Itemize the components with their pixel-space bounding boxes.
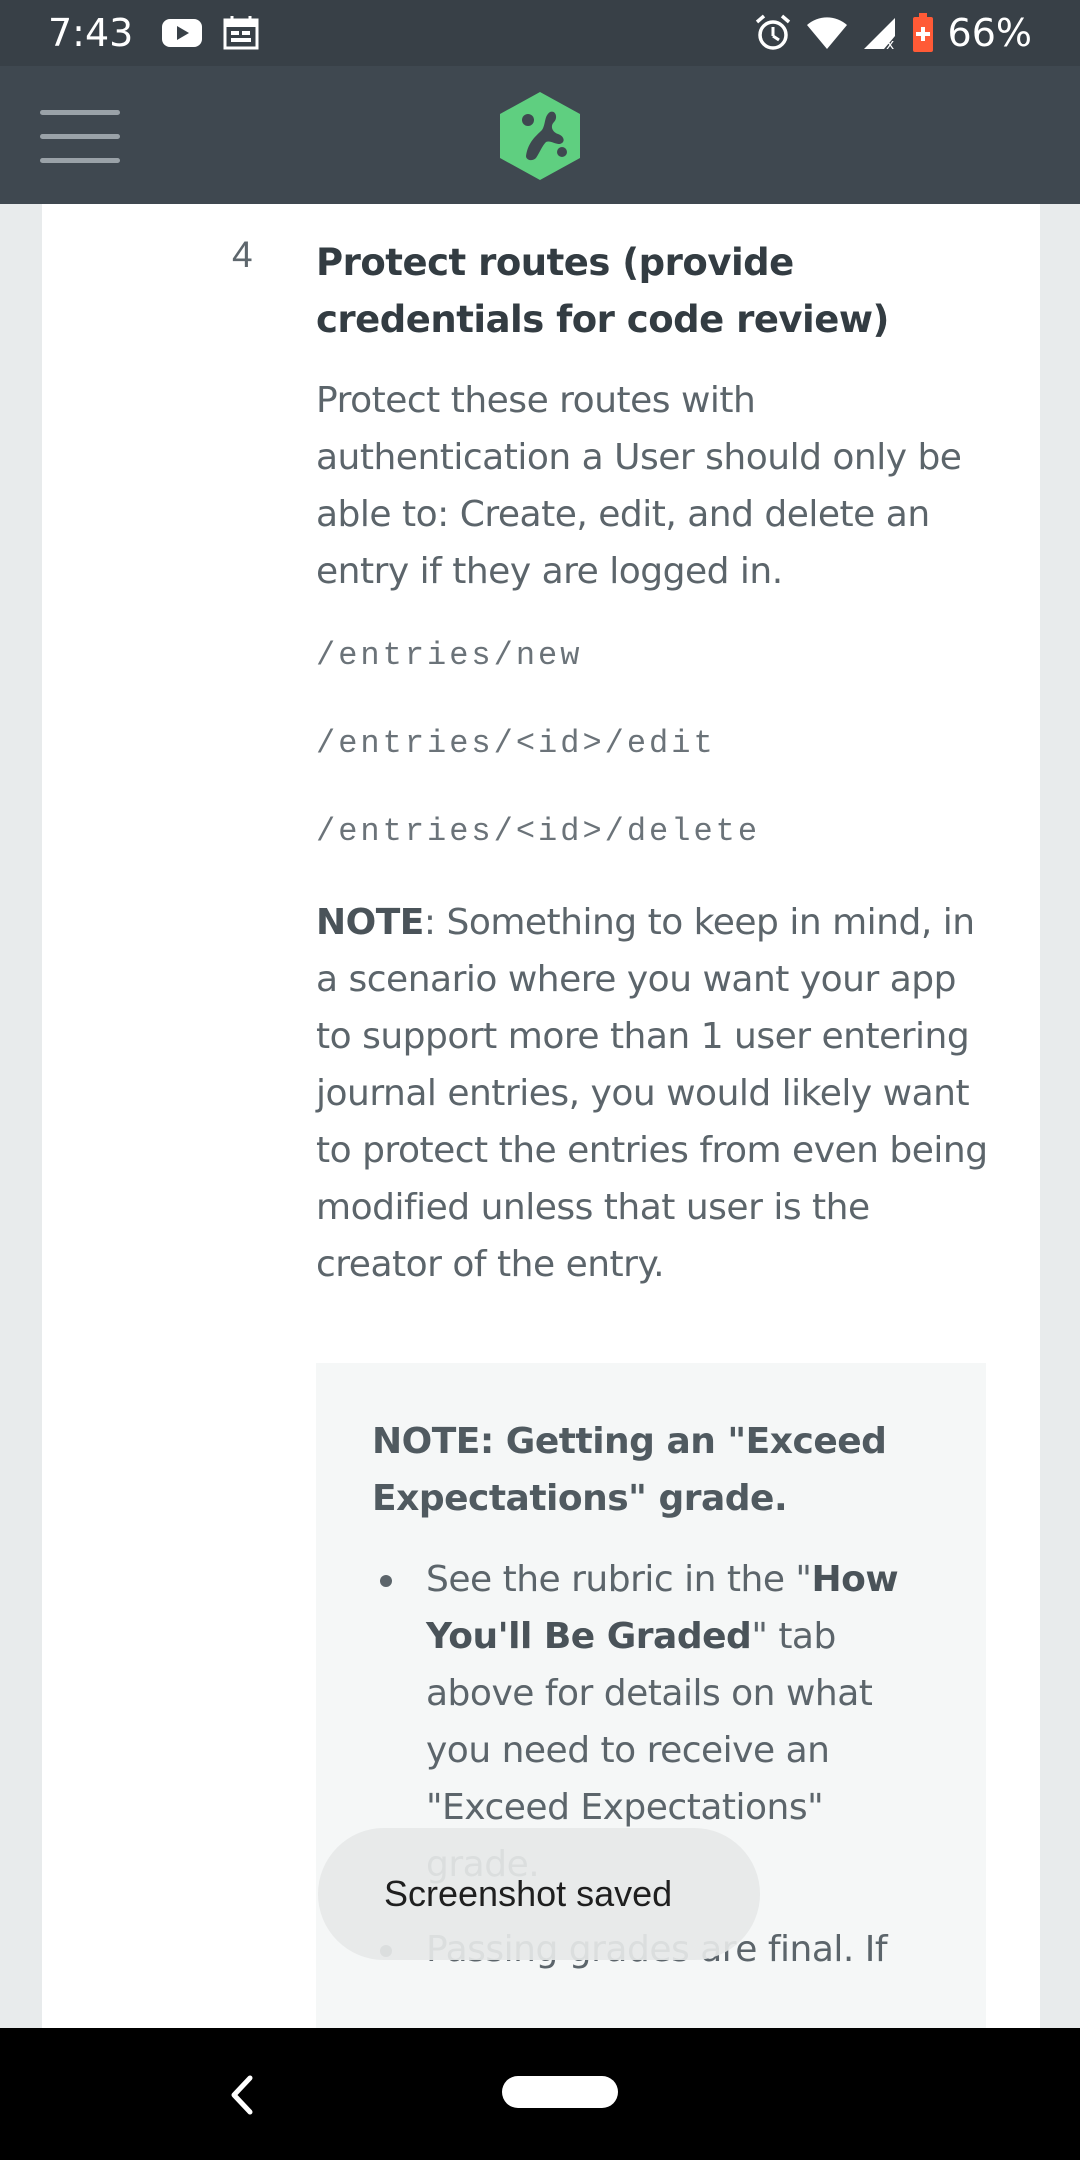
back-chevron-icon[interactable]	[222, 2072, 262, 2118]
status-time: 7:43	[48, 11, 134, 55]
route-item: /entries/new	[316, 637, 583, 674]
hamburger-menu-icon[interactable]	[40, 110, 120, 163]
signal-icon: x	[862, 16, 898, 50]
battery-percent: 66%	[947, 11, 1032, 55]
alarm-icon	[754, 14, 792, 52]
svg-text:x: x	[886, 37, 894, 50]
toast-text: Screenshot saved	[384, 1873, 673, 1914]
content-card: 4 Protect routes (provide credentials fo…	[42, 204, 1040, 2028]
step-body: Protect routes (provide credentials for …	[316, 234, 996, 2028]
treehouse-logo-icon[interactable]	[496, 90, 584, 182]
route-item: /entries/<id>/delete	[316, 813, 761, 850]
note-label: NOTE	[316, 902, 424, 943]
step-description: Protect these routes with authentication…	[316, 380, 962, 592]
route-list: /entries/new /entries/<id>/edit /entries…	[316, 612, 996, 876]
note-paragraph: NOTE: Something to keep in mind, in a sc…	[316, 894, 996, 1293]
home-pill-icon[interactable]	[502, 2076, 618, 2108]
note-text: : Something to keep in mind, in a scenar…	[316, 902, 988, 1285]
step-title: Protect routes (provide credentials for …	[316, 241, 889, 341]
battery-icon	[912, 13, 934, 53]
screenshot-toast: Screenshot saved	[318, 1828, 760, 1960]
status-bar: 7:43 x 66%	[0, 0, 1080, 66]
bullet-text: See the rubric in the "	[426, 1559, 812, 1600]
wifi-icon	[806, 16, 848, 50]
system-nav-bar	[0, 2028, 1080, 2160]
step-number: 4	[232, 234, 253, 275]
callout-title: NOTE: Getting an "Exceed Expectations" g…	[372, 1421, 887, 1519]
route-item: /entries/<id>/edit	[316, 725, 716, 762]
youtube-icon	[161, 17, 203, 49]
app-header	[0, 66, 1080, 204]
calendar-icon	[223, 16, 259, 50]
